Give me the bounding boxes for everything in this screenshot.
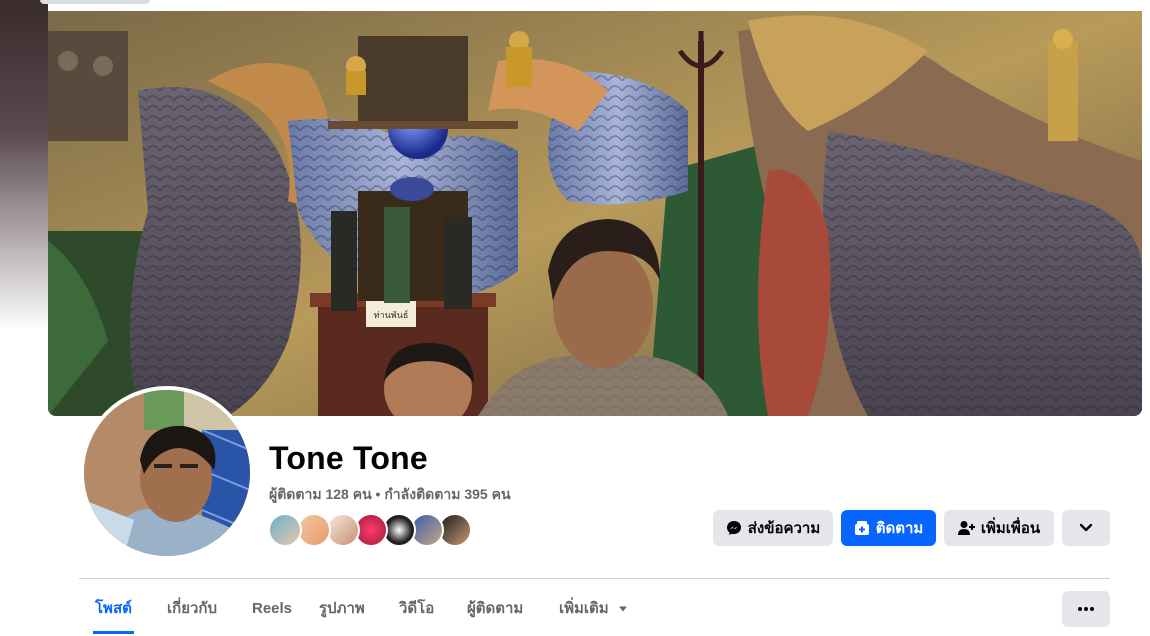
caret-down-icon bbox=[618, 606, 627, 612]
add-friend-button-label: เพิ่มเพื่อน bbox=[980, 520, 1041, 537]
follow-button[interactable]: ติดตาม bbox=[841, 510, 936, 546]
profile-picture-image bbox=[84, 390, 250, 556]
shrine-sign-text: ท่านพันธ์ bbox=[374, 309, 409, 320]
tab-more[interactable]: เพิ่มเติม bbox=[559, 590, 628, 628]
follower-stats-text[interactable]: ผู้ติดตาม 128 คน • กำลังติดตาม 395 คน bbox=[269, 486, 511, 502]
friend-avatar[interactable] bbox=[268, 513, 302, 547]
follow-icon bbox=[854, 521, 869, 535]
tab-more-label: เพิ่มเติม bbox=[559, 600, 609, 617]
message-button-label: ส่งข้อความ bbox=[747, 520, 821, 537]
add-friend-button[interactable]: เพิ่มเพื่อน bbox=[944, 510, 1054, 546]
profile-picture[interactable] bbox=[84, 390, 250, 556]
tab-posts[interactable]: โพสต์ bbox=[93, 590, 134, 634]
add-friend-icon bbox=[957, 521, 975, 535]
profile-options-dropdown[interactable] bbox=[1062, 510, 1110, 546]
friend-avatar[interactable] bbox=[326, 513, 360, 547]
messenger-icon bbox=[726, 521, 741, 535]
cover-photo[interactable]: ท่านพันธ์ bbox=[48, 11, 1142, 416]
tab-reels[interactable]: Reels bbox=[252, 590, 292, 628]
follower-stats[interactable]: ผู้ติดตาม 128 คน • กำลังติดตาม 395 คน bbox=[269, 484, 511, 506]
tab-videos[interactable]: วิดีโอ bbox=[399, 590, 434, 628]
follow-button-label: ติดตาม bbox=[875, 520, 924, 537]
cover-photo-image: ท่านพันธ์ bbox=[48, 11, 1142, 416]
profile-name[interactable]: Tone Tone bbox=[269, 440, 428, 477]
tab-photos[interactable]: รูปภาพ bbox=[319, 590, 365, 628]
more-options-button[interactable] bbox=[1062, 591, 1110, 627]
message-button[interactable]: ส่งข้อความ bbox=[713, 510, 833, 546]
chevron-down-icon bbox=[1079, 523, 1093, 532]
top-bar-edge bbox=[40, 0, 150, 4]
tab-followers[interactable]: ผู้ติดตาม bbox=[467, 590, 523, 628]
friend-avatar[interactable] bbox=[297, 513, 331, 547]
page-left-edge bbox=[0, 0, 48, 330]
tab-divider bbox=[79, 578, 1110, 579]
tab-about[interactable]: เกี่ยวกับ bbox=[167, 590, 217, 628]
more-dots-icon bbox=[1078, 607, 1094, 611]
